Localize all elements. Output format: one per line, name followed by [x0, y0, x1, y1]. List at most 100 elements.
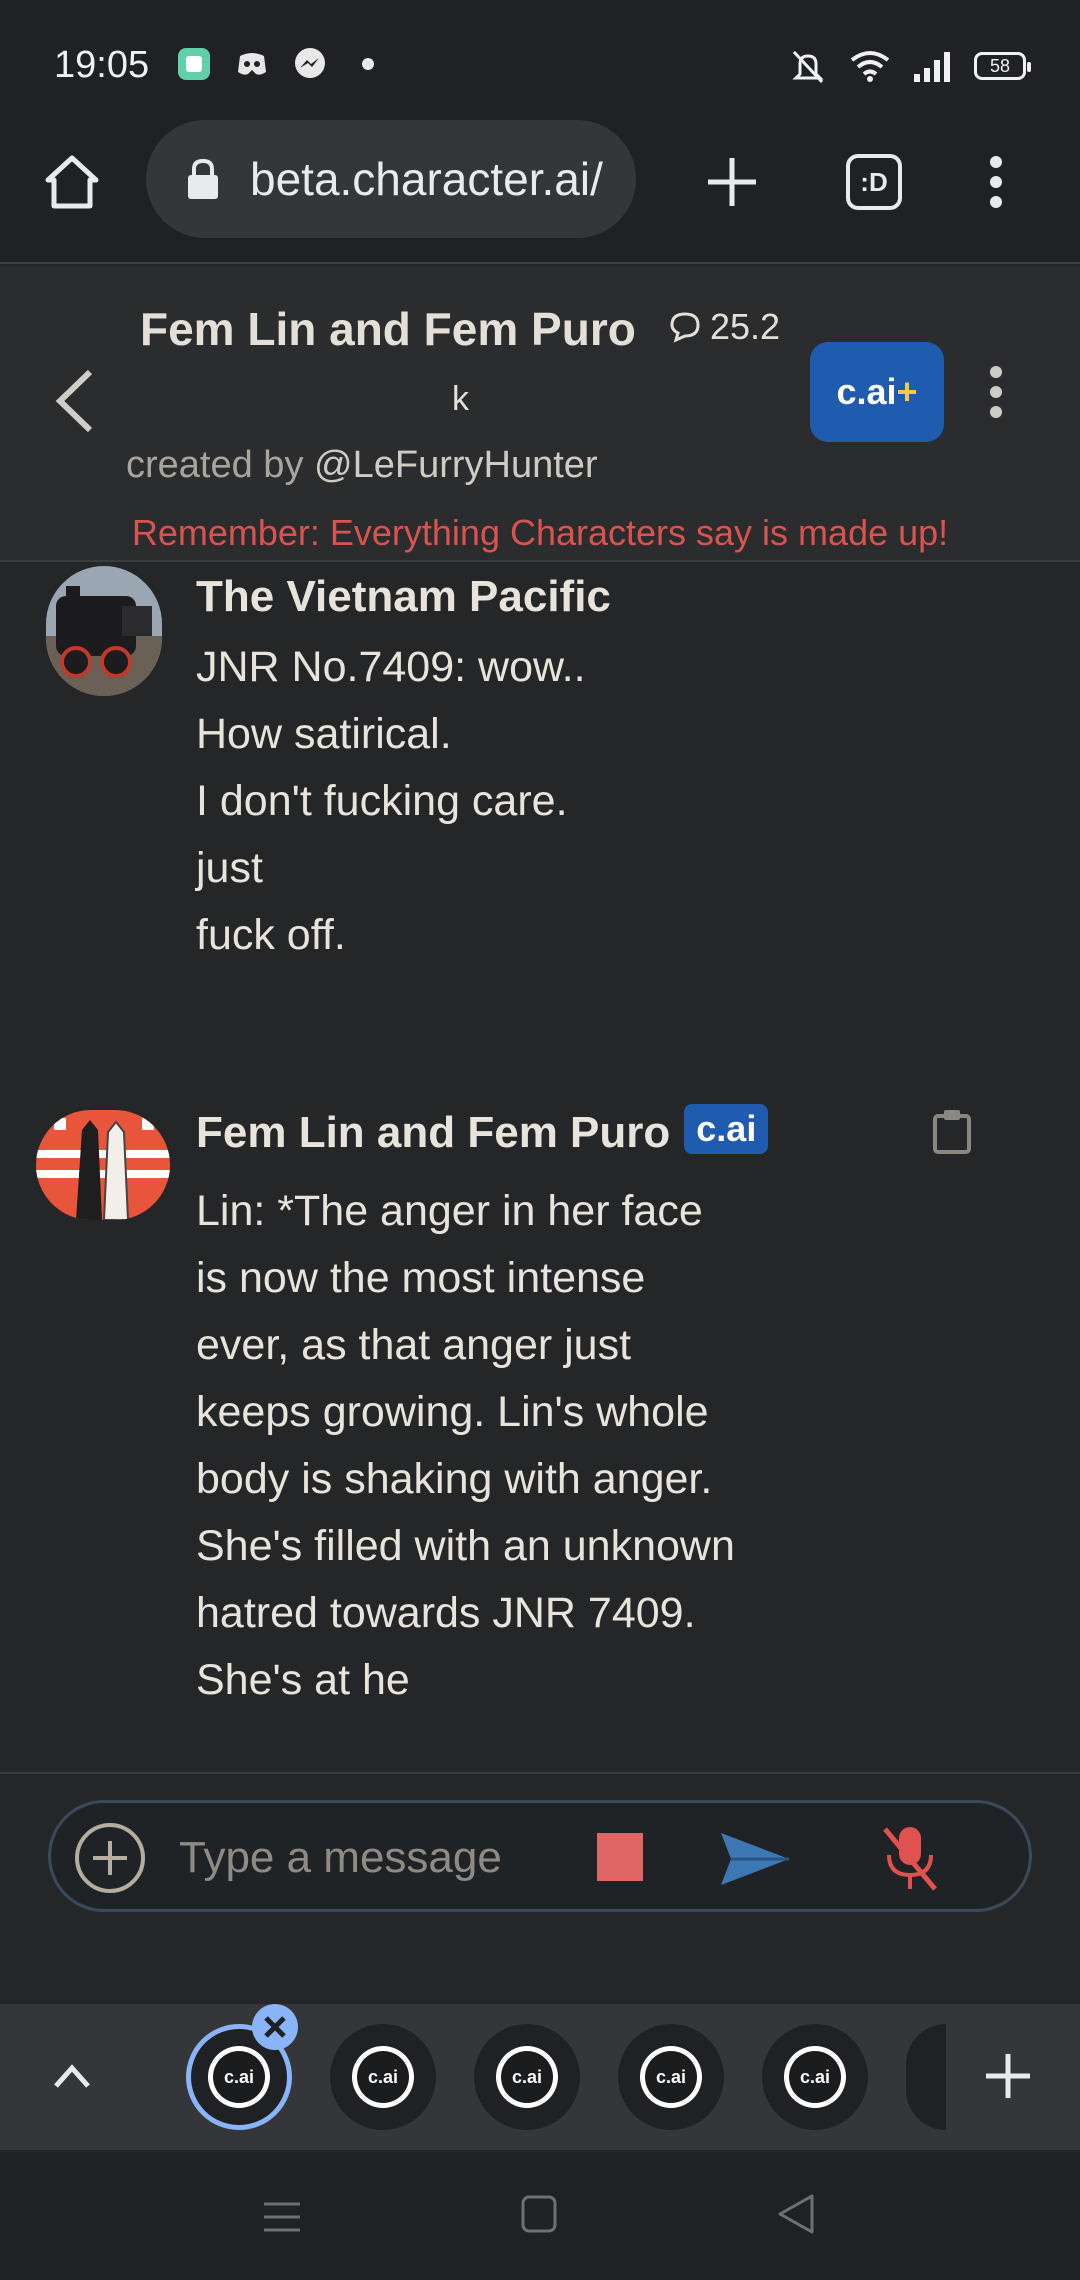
cai-logo-icon: c.ai	[640, 2046, 702, 2108]
notification-icons	[176, 46, 386, 82]
chat-count-suffix: k	[452, 380, 469, 418]
battery-icon: 58	[974, 52, 1031, 80]
cai-plus-symbol: +	[896, 371, 918, 412]
send-icon	[721, 1833, 789, 1885]
url-text: beta.character.ai/	[250, 153, 603, 205]
tab-item[interactable]: c.ai	[474, 2024, 580, 2130]
cai-badge: c.ai	[684, 1104, 769, 1154]
tab-label: c.ai	[213, 2051, 265, 2103]
close-tab-button[interactable]	[252, 2004, 298, 2050]
divider	[0, 1772, 1080, 1774]
message-line: How satirical.	[196, 710, 452, 758]
tab-item-partial[interactable]	[906, 2024, 946, 2130]
chat-bubble-icon	[670, 312, 700, 343]
system-status: 58	[788, 48, 1031, 84]
back-button[interactable]	[50, 366, 100, 436]
expand-tabs-button[interactable]	[50, 2056, 94, 2096]
message-text: JNR No.7409: wow.. How satirical. I don'…	[196, 634, 586, 969]
avatar[interactable]	[36, 1110, 170, 1220]
signal-icon	[914, 52, 950, 82]
creator-line: created by @LeFurryHunter	[126, 444, 598, 487]
plus-icon	[986, 2054, 1030, 2098]
avatar[interactable]	[46, 566, 162, 696]
chat-count-value: 25.2	[710, 306, 781, 347]
square-icon	[521, 2195, 557, 2233]
silent-mode-icon	[792, 50, 824, 84]
recents-button[interactable]	[262, 2200, 302, 2234]
new-tab-button[interactable]	[984, 2052, 1032, 2100]
add-attachment-button[interactable]	[73, 1821, 147, 1895]
message-line: She's filled with an unknown	[196, 1522, 735, 1570]
message-line: I don't fucking care.	[196, 777, 568, 825]
tab-item[interactable]: c.ai	[762, 2024, 868, 2130]
message-line: just	[196, 844, 263, 892]
more-vert-icon	[990, 156, 1002, 208]
triangle-back-icon	[778, 2194, 814, 2234]
address-bar[interactable]: beta.character.ai/	[146, 120, 636, 238]
disclaimer-text: Remember: Everything Characters say is m…	[131, 512, 949, 553]
message-line: ever, as that anger just	[196, 1321, 632, 1369]
message-author: The Vietnam Pacific	[196, 572, 611, 621]
send-button[interactable]	[719, 1831, 791, 1887]
message-line: Lin: *The anger in her face	[196, 1187, 703, 1235]
cai-logo-icon: c.ai	[496, 2046, 558, 2108]
plus-icon	[708, 158, 756, 206]
home-icon	[45, 155, 99, 209]
home-nav-button[interactable]	[520, 2194, 558, 2234]
cai-logo-icon: c.ai	[784, 2046, 846, 2108]
navigation-bar	[0, 2152, 1080, 2280]
clipboard-icon	[933, 1110, 971, 1154]
stop-generation-button[interactable]	[597, 1833, 643, 1881]
home-button[interactable]	[40, 150, 104, 214]
chevron-up-icon	[54, 2064, 90, 2088]
wifi-icon	[850, 51, 890, 82]
browser-toolbar: beta.character.ai/ :D	[0, 120, 1080, 264]
microphone-button[interactable]	[879, 1823, 941, 1893]
chat-options-button[interactable]	[984, 364, 1008, 420]
app-notification-icon	[176, 46, 212, 82]
chevron-left-icon	[55, 369, 93, 433]
chat-count: 25.2	[668, 306, 780, 348]
tab-label: c.ai	[501, 2051, 553, 2103]
message-line: is now the most intense	[196, 1254, 646, 1302]
message-line: hatred towards JNR 7409.	[196, 1589, 696, 1637]
message-line: JNR No.7409: wow..	[196, 643, 586, 691]
more-notifications-dot-icon	[350, 46, 386, 82]
message-line: fuck off.	[196, 911, 346, 959]
message-author: Fem Lin and Fem Puro	[196, 1108, 671, 1157]
menu-icon	[264, 2202, 300, 2232]
creator-link[interactable]: @LeFurryHunter	[314, 444, 598, 486]
back-nav-button[interactable]	[776, 2192, 816, 2236]
mic-off-icon	[883, 1827, 937, 1891]
discord-icon	[234, 46, 270, 82]
plus-circle-icon	[75, 1823, 145, 1893]
message-input-bar: Type a message	[48, 1800, 1032, 1912]
chat-header: Fem Lin and Fem Puro 25.2 k created by @…	[0, 266, 1080, 562]
message-input[interactable]: Type a message	[179, 1833, 502, 1883]
message-line: body is shaking with anger.	[196, 1455, 713, 1503]
status-time: 19:05	[54, 44, 150, 86]
tab-label: c.ai	[357, 2051, 409, 2103]
tab-item[interactable]: c.ai	[618, 2024, 724, 2130]
more-vert-icon	[990, 366, 1002, 418]
message-line: keeps growing. Lin's whole	[196, 1388, 709, 1436]
tab-item[interactable]: c.ai	[330, 2024, 436, 2130]
message-text: Lin: *The anger in her face is now the m…	[196, 1178, 735, 1714]
message-line: She's at he	[196, 1656, 410, 1704]
messenger-icon	[292, 46, 328, 82]
browser-menu-button[interactable]	[976, 154, 1016, 210]
close-icon	[264, 2016, 286, 2038]
tab-switcher-button[interactable]: :D	[846, 154, 902, 210]
status-bar: 19:05 58	[0, 0, 1080, 120]
cai-plus-button[interactable]: c.ai +	[810, 342, 944, 442]
cai-plus-label: c.ai	[836, 371, 897, 412]
new-tab-button[interactable]	[700, 150, 764, 214]
created-by-label: created by	[126, 444, 304, 486]
cai-logo-icon: c.ai	[352, 2046, 414, 2108]
character-name[interactable]: Fem Lin and Fem Puro	[140, 302, 636, 356]
copy-button[interactable]	[932, 1108, 972, 1154]
tab-label: c.ai	[645, 2051, 697, 2103]
tab-label: c.ai	[789, 2051, 841, 2103]
cai-logo-icon: c.ai	[208, 2046, 270, 2108]
message-author-row: Fem Lin and Fem Puro c.ai	[196, 1104, 769, 1158]
